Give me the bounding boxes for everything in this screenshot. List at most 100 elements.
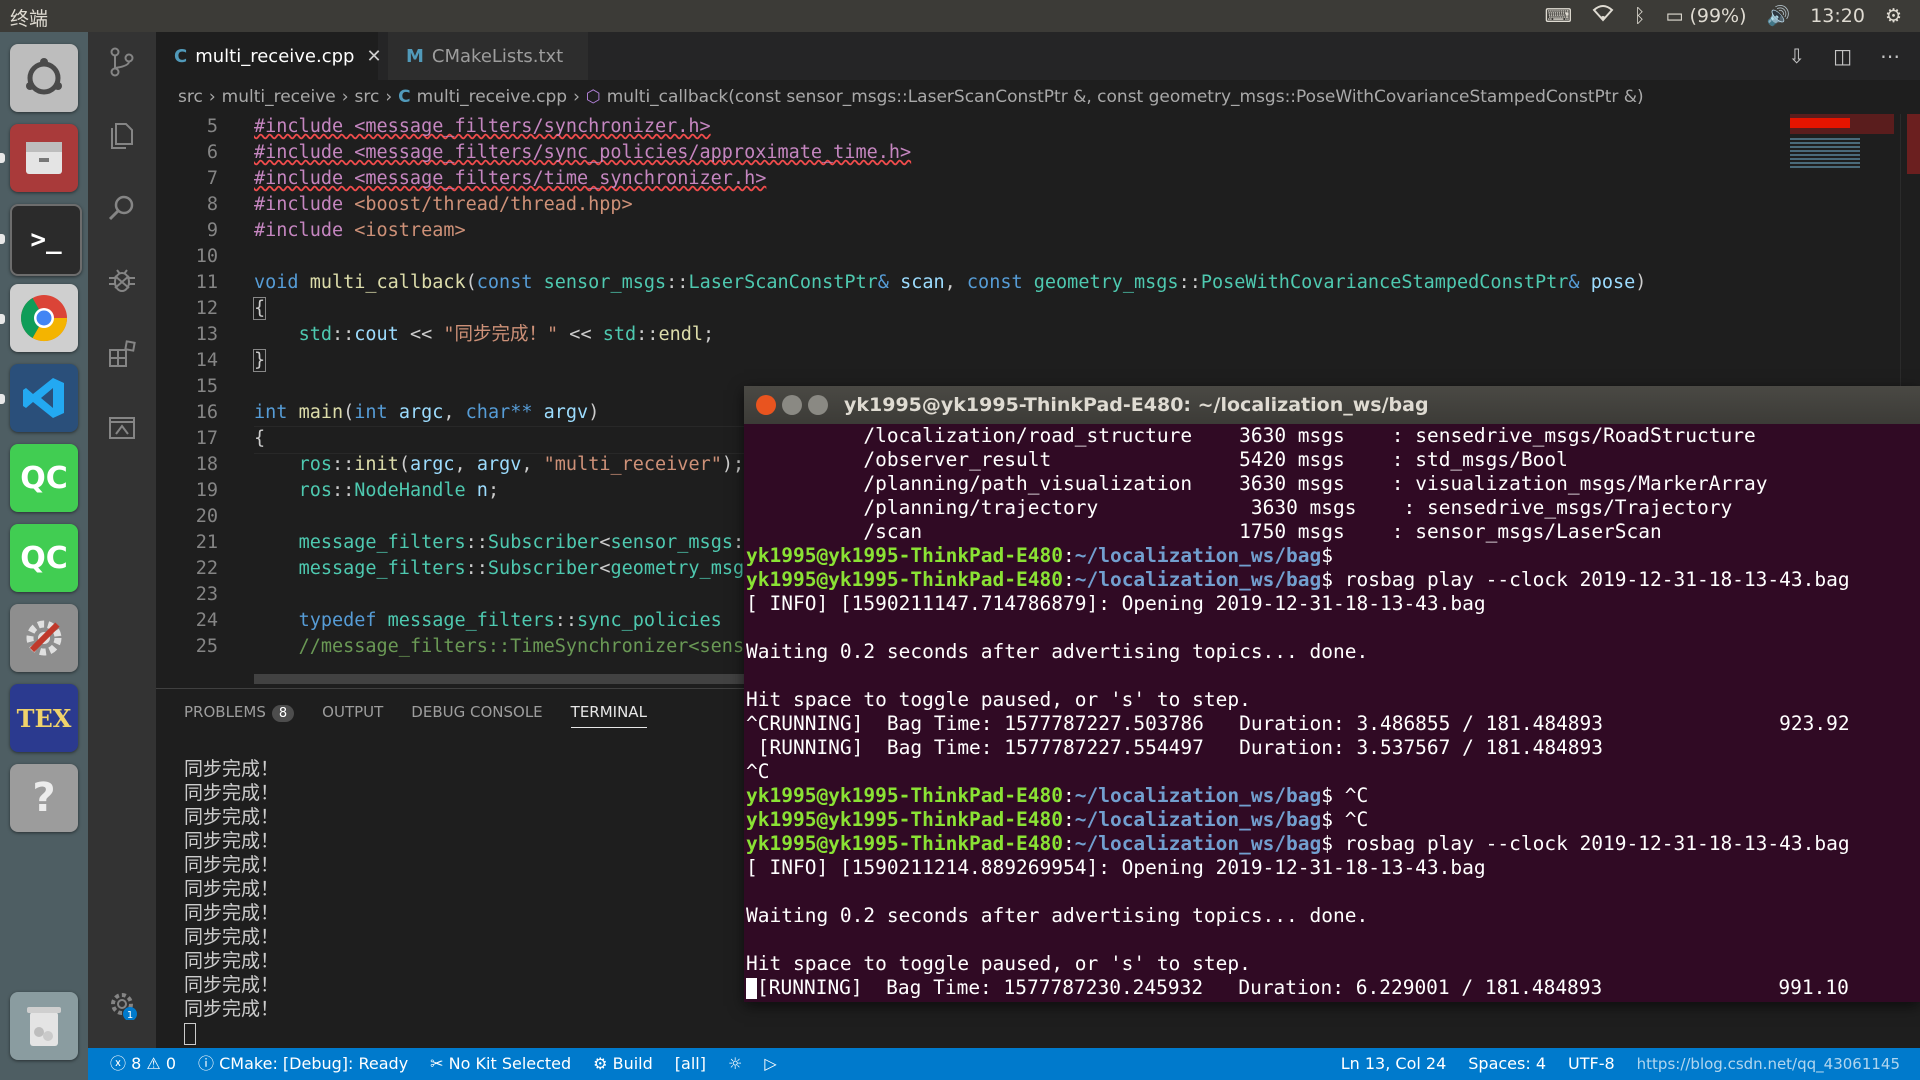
- manage-gear-icon[interactable]: 1: [106, 988, 138, 1021]
- encoding[interactable]: UTF-8: [1568, 1048, 1615, 1080]
- tab-problems[interactable]: PROBLEMS 8: [184, 703, 295, 728]
- tab-cmakelists[interactable]: M CMakeLists.txt: [388, 32, 588, 80]
- cursor-position[interactable]: Ln 13, Col 24: [1341, 1048, 1447, 1080]
- run-play-icon[interactable]: ▷: [764, 1048, 776, 1080]
- terminal-window[interactable]: yk1995@yk1995-ThinkPad-E480: ~/localizat…: [744, 386, 1920, 1002]
- info-icon: ⓘ: [198, 1054, 215, 1073]
- code-line: void multi_callback(const sensor_msgs::L…: [254, 272, 1647, 293]
- terminal-line: 同步完成！: [184, 878, 280, 900]
- terminal-prompt-glyph: >_: [30, 225, 62, 255]
- chrome-running-pip: [0, 314, 5, 324]
- source-control-icon[interactable]: [106, 46, 138, 78]
- line-number: 11: [195, 272, 218, 293]
- keyboard-icon[interactable]: ⌨: [1545, 5, 1572, 27]
- help-icon[interactable]: ?: [10, 764, 78, 832]
- launcher: >_ QC QC TEX ?: [0, 32, 88, 1080]
- vscode-icon[interactable]: [10, 364, 78, 432]
- tab-output[interactable]: OUTPUT: [322, 703, 383, 728]
- output-line: Waiting 0.2 seconds after advertising to…: [746, 640, 1369, 663]
- explorer-icon[interactable]: [106, 120, 138, 152]
- breadcrumb-symbol[interactable]: multi_callback(const sensor_msgs::LaserS…: [607, 87, 1644, 107]
- clock[interactable]: 13:20: [1810, 5, 1865, 27]
- files-icon[interactable]: [10, 124, 78, 192]
- battery-indicator[interactable]: ▭ (99%): [1665, 5, 1746, 27]
- code-line: std::cout << "同步完成！" << std::endl;: [298, 324, 715, 345]
- maximize-window-button[interactable]: [808, 395, 828, 415]
- terminal-body[interactable]: /localization/road_structure 3630 msgs :…: [746, 424, 1918, 1002]
- minimap-error-marker: [1790, 118, 1850, 128]
- markdown-file-icon: M: [406, 45, 424, 67]
- chevron-right-icon: ›: [208, 87, 216, 107]
- trash-icon[interactable]: [10, 992, 78, 1060]
- bluetooth-icon[interactable]: ᛒ: [1634, 5, 1645, 27]
- settings-gear-icon[interactable]: ⚙: [1885, 5, 1902, 27]
- breadcrumb-src[interactable]: src: [178, 87, 203, 107]
- code-line: {: [254, 428, 266, 449]
- line-number: 15: [195, 376, 218, 397]
- breadcrumb-file[interactable]: multi_receive.cpp: [417, 87, 567, 107]
- integrated-terminal-output[interactable]: 同步完成！ 同步完成！ 同步完成！ 同步完成！ 同步完成！ 同步完成！ 同步完成…: [184, 757, 279, 1045]
- cmake-status[interactable]: ⓘ CMake: [Debug]: Ready: [198, 1048, 408, 1080]
- code-line: #include <message_filters/time_synchroni…: [254, 168, 767, 189]
- chrome-icon[interactable]: [10, 284, 78, 352]
- qtcreator-icon[interactable]: QC: [10, 444, 78, 512]
- extensions-icon[interactable]: [106, 338, 138, 370]
- more-actions-icon[interactable]: ⋯: [1880, 44, 1900, 68]
- code-line: #include <boost/thread/thread.hpp>: [254, 194, 633, 215]
- output-line: ^CRUNNING] Bag Time: 1577787227.503786 D…: [746, 712, 1850, 735]
- error-count: 8: [131, 1054, 142, 1073]
- files-running-pip: [0, 153, 5, 163]
- code-line: #include <iostream>: [254, 220, 466, 241]
- code-line: ros::NodeHandle n;: [298, 480, 500, 501]
- debug-icon[interactable]: [106, 264, 138, 296]
- system-settings-icon[interactable]: [10, 604, 78, 672]
- error-icon: ⓧ: [110, 1054, 127, 1073]
- build-label: Build: [612, 1054, 653, 1073]
- breadcrumb: src › multi_receive › src › Cmulti_receive.cpp…: [156, 80, 1920, 114]
- terminal-line: 同步完成！: [184, 974, 280, 996]
- indentation[interactable]: Spaces: 4: [1468, 1048, 1546, 1080]
- line-number: 17: [195, 428, 218, 449]
- build-button[interactable]: ⚙ Build: [593, 1048, 653, 1080]
- tab-debug-console[interactable]: DEBUG CONSOLE: [411, 703, 542, 728]
- output-line: ^C: [746, 760, 770, 783]
- status-bar: ⓧ 8 ⚠ 0 ⓘ CMake: [Debug]: Ready ✂ No Kit…: [88, 1048, 1920, 1080]
- terminal-icon[interactable]: >_: [10, 204, 82, 276]
- close-window-button[interactable]: [756, 395, 776, 415]
- cpp-file-icon: C: [398, 87, 411, 107]
- volume-icon[interactable]: 🔊: [1767, 4, 1791, 27]
- kit-status[interactable]: ✂ No Kit Selected: [430, 1048, 571, 1080]
- wrench-icon: ✂: [430, 1054, 444, 1073]
- remote-explorer-icon[interactable]: [106, 412, 138, 444]
- warning-count: 0: [165, 1054, 177, 1073]
- tab-label: CMakeLists.txt: [431, 45, 564, 67]
- texmaker-icon[interactable]: TEX: [10, 684, 78, 752]
- line-number: 8: [206, 194, 218, 215]
- line-number: 24: [195, 610, 218, 631]
- terminal-titlebar[interactable]: yk1995@yk1995-ThinkPad-E480: ~/localizat…: [744, 386, 1920, 424]
- minimize-window-button[interactable]: [782, 395, 802, 415]
- ubuntu-dash-icon[interactable]: [10, 44, 78, 112]
- method-cube-icon: ⬡: [585, 87, 601, 107]
- close-icon[interactable]: ✕: [366, 46, 381, 67]
- open-changes-icon[interactable]: ⇩: [1788, 44, 1805, 68]
- split-editor-icon[interactable]: ◫: [1833, 44, 1852, 68]
- tab-multi-receive-cpp[interactable]: C multi_receive.cpp ✕: [156, 32, 382, 80]
- output-line: Hit space to toggle paused, or 's' to st…: [746, 952, 1251, 975]
- qtcreator2-icon[interactable]: QC: [10, 524, 78, 592]
- battery-percent: (99%): [1689, 4, 1747, 27]
- tab-terminal[interactable]: TERMINAL: [570, 703, 647, 728]
- wifi-icon[interactable]: [1592, 4, 1614, 27]
- build-target[interactable]: [all]: [675, 1048, 706, 1080]
- debug-bug-icon[interactable]: ☼: [728, 1048, 742, 1080]
- breadcrumb-folder[interactable]: multi_receive: [222, 87, 336, 107]
- search-icon[interactable]: [106, 192, 138, 224]
- line-number: 16: [195, 402, 218, 423]
- line-number: 7: [206, 168, 218, 189]
- breadcrumb-src2[interactable]: src: [355, 87, 380, 107]
- problems-count-badge: 8: [271, 705, 295, 722]
- problems-status[interactable]: ⓧ 8 ⚠ 0: [110, 1048, 176, 1080]
